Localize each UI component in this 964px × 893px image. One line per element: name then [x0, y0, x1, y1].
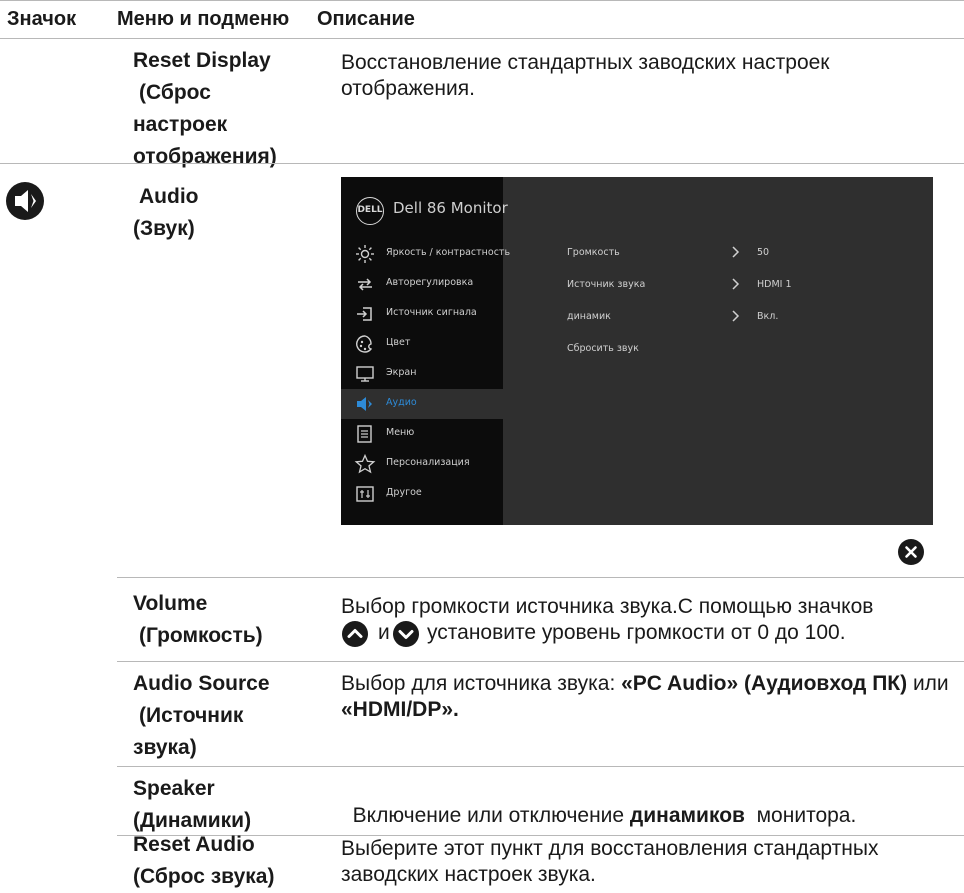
chevron-right-icon [732, 278, 740, 290]
display-icon [356, 366, 374, 382]
down-arrow-icon [392, 620, 420, 648]
audio-speaker-icon [5, 181, 45, 221]
osd-option-speaker[interactable]: динамик [567, 311, 611, 322]
osd-nav-color[interactable]: Цвет [341, 329, 503, 359]
chevron-right-icon [732, 246, 740, 258]
speaker-icon [357, 397, 372, 411]
header-menu-column: Меню и подменю [117, 8, 290, 30]
osd-option-volume[interactable]: Громкость [567, 247, 620, 258]
header-rule [0, 38, 964, 39]
speaker-name: Speaker (Динамики) [133, 777, 252, 832]
osd-option-audio-source[interactable]: Источник звука [567, 279, 645, 290]
reset-audio-description: Выберите этот пункт для восстановления с… [341, 837, 879, 886]
auto-adjust-icon [358, 278, 372, 291]
audio-source-description: Выбор для источника звука: «PC Audio» (А… [341, 672, 949, 721]
dell-logo: DELL [356, 197, 384, 225]
row-rule [117, 766, 964, 767]
osd-option-reset-audio[interactable]: Сбросить звук [567, 343, 639, 354]
row-rule [117, 577, 964, 578]
osd-nav-other[interactable]: Другое [341, 479, 503, 509]
osd-nav-personalize[interactable]: Персонализация [341, 449, 503, 479]
speaker-description: Включение или отключение динамиков монит… [352, 804, 857, 827]
osd-nav-input-source[interactable]: Источник сигнала [341, 299, 503, 329]
close-icon [898, 539, 924, 565]
audio-name: Audio (Звук) [133, 185, 199, 240]
audio-source-name: Audio Source (Источник звука) [133, 672, 270, 759]
osd-nav-auto-adjust[interactable]: Авторегулировка [341, 269, 503, 299]
osd-nav-brightness[interactable]: Яркость / контрастность [341, 239, 510, 269]
header-description-column: Описание [317, 8, 415, 30]
reset-audio-name: Reset Audio (Сброс звука) [133, 833, 275, 888]
row-rule [117, 661, 964, 662]
osd-title: Dell 86 Monitor [393, 199, 508, 217]
osd-nav-display[interactable]: Экран [341, 359, 503, 389]
menu-icon [357, 425, 372, 443]
osd-option-audio-source-value: HDMI 1 [757, 279, 792, 290]
header-icon-column: Значок [7, 8, 77, 30]
osd-option-volume-value: 50 [757, 247, 770, 258]
star-icon [354, 453, 376, 474]
input-source-icon [357, 307, 372, 321]
color-icon [356, 335, 373, 353]
osd-menu-screenshot: DELL Dell 86 Monitor Яркость / контрастн… [341, 177, 933, 525]
osd-option-speaker-value: Вкл. [757, 311, 779, 322]
row-rule [0, 163, 964, 164]
osd-sidebar: DELL Dell 86 Monitor Яркость / контрастн… [341, 177, 510, 525]
chevron-right-icon [732, 310, 740, 322]
other-icon [356, 486, 374, 502]
reset-display-description: Восстановление стандартных заводских нас… [341, 51, 830, 100]
top-rule [0, 0, 964, 1]
osd-nav-menu[interactable]: Меню [341, 419, 503, 449]
brightness-icon [356, 245, 374, 263]
volume-name: Volume (Громкость) [133, 592, 263, 647]
up-arrow-icon [341, 620, 369, 648]
osd-nav-audio[interactable]: Аудио [341, 389, 503, 419]
volume-description: Выбор громкости источника звука.С помощь… [341, 594, 956, 648]
reset-display-name: Reset Display (Сброс настроек отображени… [133, 49, 277, 168]
